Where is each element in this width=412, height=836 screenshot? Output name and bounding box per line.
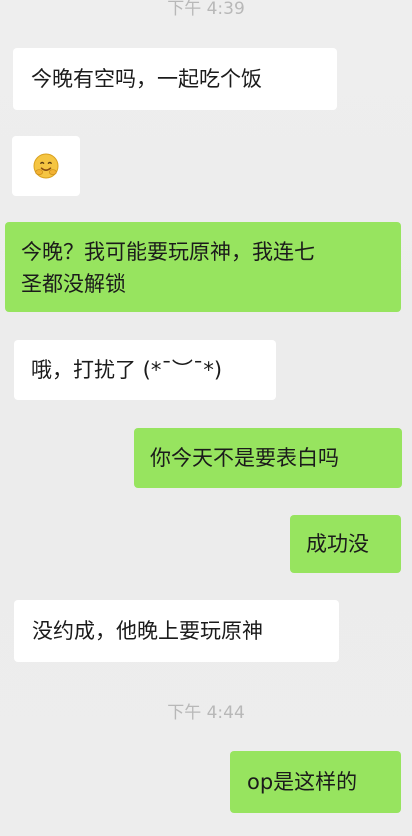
message-text: 今晚？我可能要玩原神，我连七 圣都没解锁 xyxy=(21,240,315,296)
message-bubble[interactable]: 今晚？我可能要玩原神，我连七 圣都没解锁 xyxy=(5,222,401,312)
message-row: 哦，打扰了 (*¯︶¯*) xyxy=(0,340,412,400)
message-text: 成功没 xyxy=(306,532,369,556)
message-bubble[interactable]: 没约成，他晚上要玩原神 xyxy=(14,600,339,662)
chat-timestamp: 下午 4:39 xyxy=(167,0,245,19)
message-row: 成功没 xyxy=(0,515,412,573)
message-row: 你今天不是要表白吗 xyxy=(0,428,412,488)
message-row: 没约成，他晚上要玩原神 xyxy=(0,600,412,662)
message-bubble[interactable]: 今晚有空吗，一起吃个饭 xyxy=(13,48,337,110)
emoji-bubble[interactable] xyxy=(12,136,80,196)
chat-screen: 下午 4:39 今晚有空吗，一起吃个饭 今晚？我可能要玩原神，我连七 圣都没解锁… xyxy=(0,0,412,836)
message-text: 你今天不是要表白吗 xyxy=(150,446,339,470)
message-row: 今晚有空吗，一起吃个饭 xyxy=(0,48,412,110)
message-row: op是这样的 xyxy=(0,751,412,813)
message-text: 没约成，他晚上要玩原神 xyxy=(32,619,263,643)
message-row xyxy=(0,136,412,196)
chat-timestamp: 下午 4:44 xyxy=(167,703,245,723)
message-text: 哦，打扰了 (*¯︶¯*) xyxy=(31,358,223,382)
message-bubble[interactable]: 成功没 xyxy=(290,515,401,573)
message-row: 今晚？我可能要玩原神，我连七 圣都没解锁 xyxy=(0,222,412,312)
message-bubble[interactable]: op是这样的 xyxy=(230,751,401,813)
message-bubble[interactable]: 你今天不是要表白吗 xyxy=(134,428,402,488)
hugging-face-icon xyxy=(33,153,59,179)
message-text: op是这样的 xyxy=(247,770,358,794)
message-bubble[interactable]: 哦，打扰了 (*¯︶¯*) xyxy=(14,340,276,400)
message-text: 今晚有空吗，一起吃个饭 xyxy=(31,67,262,91)
